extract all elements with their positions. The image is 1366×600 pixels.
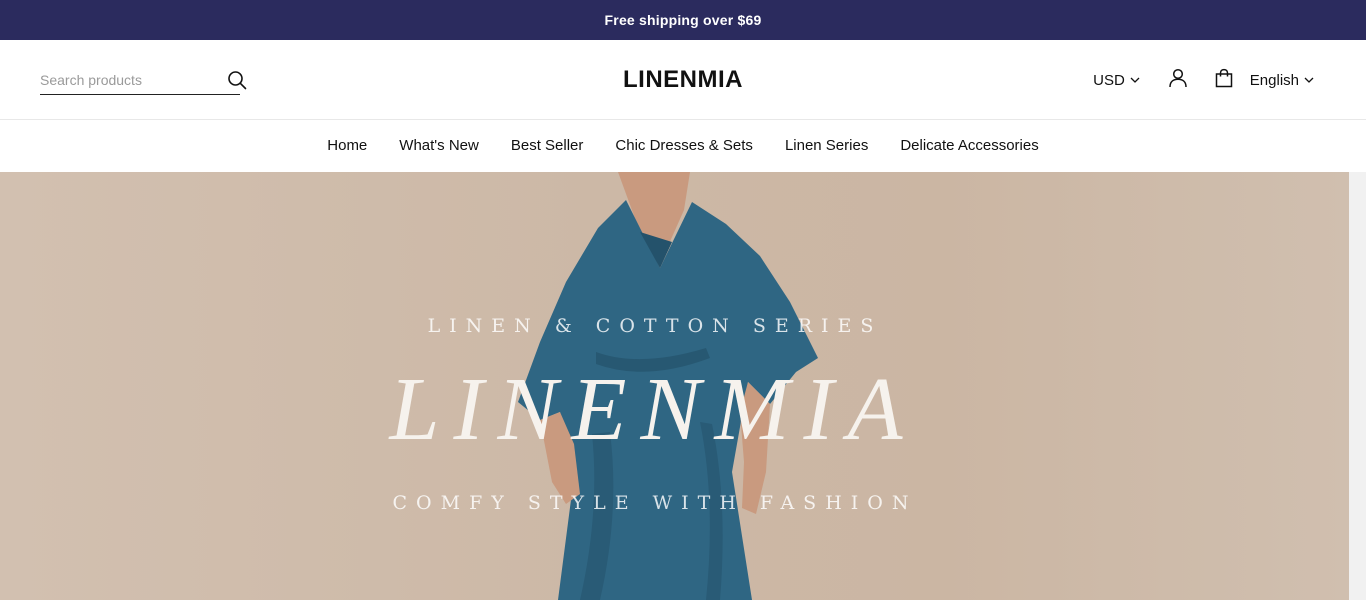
header-actions: USD English [1093, 40, 1314, 120]
hero-subtitle: COMFY STYLE WITH FASHION [392, 492, 918, 514]
cart-button[interactable] [1214, 68, 1234, 93]
currency-label: USD [1093, 71, 1125, 89]
site-logo[interactable]: LINENMIA [623, 66, 743, 94]
chevron-down-icon [1304, 77, 1314, 83]
hero-title: LINENMIA [389, 360, 917, 459]
announcement-text: Free shipping over $69 [604, 12, 762, 28]
shopping-bag-icon [1214, 68, 1234, 93]
language-selector[interactable]: English [1250, 72, 1314, 89]
page-scrollbar[interactable] [1349, 172, 1366, 600]
site-header: LINENMIA USD English [0, 40, 1366, 120]
user-icon [1168, 68, 1188, 93]
announcement-bar: Free shipping over $69 [0, 0, 1366, 40]
search-icon[interactable] [227, 70, 247, 90]
language-label: English [1249, 71, 1299, 89]
chevron-down-icon [1130, 77, 1140, 83]
nav-item-linen-series[interactable]: Linen Series [785, 137, 868, 154]
nav-item-best-seller[interactable]: Best Seller [511, 137, 584, 154]
hero-supertitle: LINEN & COTTON SERIES [427, 315, 883, 337]
main-nav: Home What's New Best Seller Chic Dresses… [0, 120, 1366, 171]
hero-text: LINEN & COTTON SERIES LINENMIA COMFY STY… [0, 172, 1349, 600]
search-bar [40, 66, 247, 95]
account-button[interactable] [1168, 68, 1188, 93]
search-input[interactable] [40, 72, 221, 88]
nav-item-whats-new[interactable]: What's New [399, 137, 479, 154]
currency-selector[interactable]: USD [1093, 72, 1140, 89]
nav-item-home[interactable]: Home [327, 137, 367, 154]
hero-banner[interactable]: LINEN & COTTON SERIES LINENMIA COMFY STY… [0, 172, 1349, 600]
nav-item-chic-dresses-sets[interactable]: Chic Dresses & Sets [615, 137, 753, 154]
nav-item-delicate-accessories[interactable]: Delicate Accessories [900, 137, 1038, 154]
